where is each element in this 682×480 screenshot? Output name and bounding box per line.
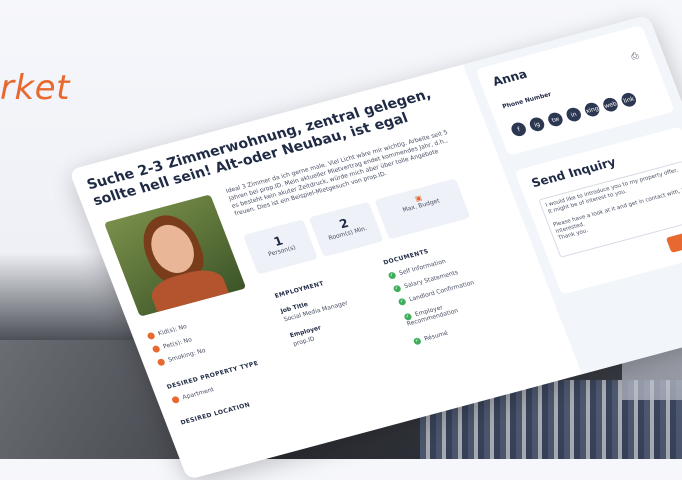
print-icon[interactable]: ⎙ xyxy=(630,51,641,62)
document-label: Résumé xyxy=(423,329,450,343)
feature-pets-label: Pet(s): No xyxy=(162,336,194,351)
inquiry-box: Send Inquiry I would like to introduce y… xyxy=(514,126,682,295)
kids-icon xyxy=(146,331,156,341)
phone-number-label: Phone Number xyxy=(501,90,553,111)
house-icon xyxy=(170,395,181,404)
stat-rooms: 2 Room(s) Min. xyxy=(308,201,384,258)
desired-location-title: DESIRED LOCATION xyxy=(179,401,252,427)
feature-kids-label: Kid(s): No xyxy=(157,323,188,338)
link-icon[interactable]: link xyxy=(619,91,639,109)
xing-icon[interactable]: xing xyxy=(582,101,602,118)
send-button[interactable]: SEND xyxy=(665,225,682,253)
contact-name: Anna xyxy=(490,66,530,89)
check-icon: ✓ xyxy=(392,284,402,293)
instagram-icon[interactable]: ig xyxy=(527,115,547,133)
paw-icon xyxy=(151,344,161,354)
document-item: ✓ Résumé xyxy=(412,329,450,346)
stat-budget: ▣ Max. Budget xyxy=(374,178,471,240)
check-icon: ✓ xyxy=(387,271,397,280)
check-icon: ✓ xyxy=(397,297,407,306)
smoking-icon xyxy=(156,358,166,367)
property-type-apartment: Apartment xyxy=(170,386,216,404)
property-type-label: Apartment xyxy=(181,386,216,402)
twitter-icon[interactable]: tw xyxy=(546,111,565,128)
contact-sidebar: Anna ⎙ Phone Number f ig tw in xing web … xyxy=(462,14,682,375)
employment-title: EMPLOYMENT xyxy=(273,280,326,300)
profile-photo xyxy=(103,194,247,317)
website-icon[interactable]: web xyxy=(601,96,620,114)
facebook-icon[interactable]: f xyxy=(509,120,528,138)
feature-smoking-label: Smoking: No xyxy=(167,347,207,364)
check-icon: ✓ xyxy=(412,337,422,346)
linkedin-icon[interactable]: in xyxy=(564,106,584,123)
stat-persons: 1 Person(s) xyxy=(242,219,318,275)
document-label: Employer Recommendation xyxy=(405,304,460,328)
